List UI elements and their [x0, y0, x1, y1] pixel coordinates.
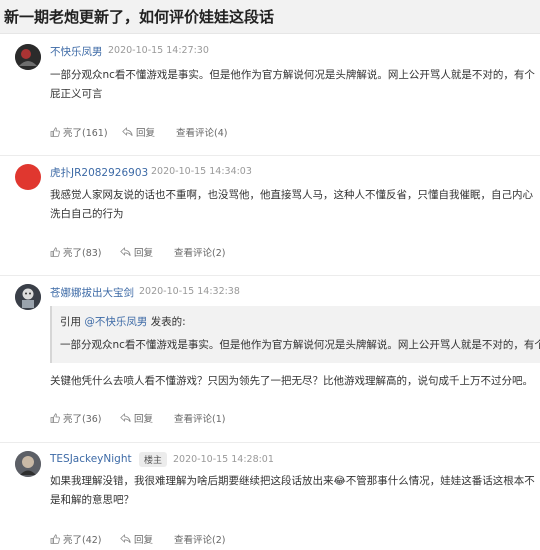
view-comments-label: 查看评论(2) [174, 535, 226, 546]
username[interactable]: 虎扑JR2082926903 [50, 165, 148, 180]
avatar[interactable] [15, 284, 41, 310]
reply-button[interactable]: 回复 [120, 411, 153, 425]
reply-icon [120, 247, 131, 257]
view-comments-link[interactable]: 查看评论(1) [174, 411, 225, 425]
like-button[interactable]: 亮了(36) [50, 411, 102, 425]
like-button[interactable]: 亮了(42) [50, 532, 102, 546]
comment-4: TESJackeyNight 楼主 2020-10-15 14:28:01 如果… [0, 443, 540, 550]
comment-actions: 亮了(42) 回复 查看评论(2) [50, 532, 350, 548]
comment-3: 苍娜娜拔出大宝剑 2020-10-15 14:32:38 引用 @不快乐凤男 发… [0, 276, 540, 442]
reply-icon [122, 127, 133, 137]
view-comments-label: 查看评论(1) [174, 414, 226, 425]
username[interactable]: 不快乐凤男 [50, 44, 103, 59]
quote-block: 引用 @不快乐凤男 发表的: 一部分观众nc看不懂游戏是事实。但是他作为官方解说… [50, 306, 540, 363]
comment-actions: 亮了(36) 回复 查看评论(1) [50, 411, 350, 427]
view-comments-label: 查看评论(2) [174, 248, 226, 259]
comment-actions: 亮了(161) 回复 查看评论(4) [50, 125, 350, 141]
reply-icon [120, 534, 131, 544]
comment-text: 如果我理解没错，我很难理解为啥后期要继续把这段话放出来😂不管那事什么情况，娃娃这… [50, 475, 535, 506]
like-count: 亮了(161) [63, 128, 108, 139]
avatar[interactable] [15, 451, 41, 477]
thumbs-up-icon [50, 247, 60, 257]
timestamp: 2020-10-15 14:32:38 [139, 286, 240, 297]
op-badge: 楼主 [139, 452, 168, 467]
username[interactable]: TESJackeyNight [50, 453, 132, 465]
like-count: 亮了(42) [63, 535, 102, 546]
reply-icon [120, 413, 131, 423]
comment-text: 关键他凭什么去喷人看不懂游戏？只因为领先了一把无尽？比他游戏理解高的，说句成千上… [50, 375, 533, 387]
view-comments-link[interactable]: 查看评论(2) [174, 532, 225, 546]
reply-label: 回复 [134, 248, 154, 259]
timestamp: 2020-10-15 14:28:01 [173, 454, 274, 465]
comment-1: 不快乐凤男 2020-10-15 14:27:30 一部分观众nc看不懂游戏是事… [0, 34, 540, 156]
quoted-text: 一部分观众nc看不懂游戏是事实。但是他作为官方解说何况是头牌解说。网上公开骂人就… [60, 339, 540, 351]
comment-2: 虎扑JR2082926903 2020-10-15 14:34:03 我感觉人家… [0, 156, 540, 276]
reply-label: 回复 [136, 128, 156, 139]
title-bar: 新一期老炮更新了，如何评价娃娃这段话 [0, 0, 540, 34]
quote-prefix: 引用 [60, 316, 85, 328]
quote-suffix: 发表的: [147, 316, 186, 328]
comment-actions: 亮了(83) 回复 查看评论(2) [50, 245, 350, 261]
reply-button[interactable]: 回复 [120, 532, 153, 546]
thumbs-up-icon [50, 534, 60, 544]
timestamp: 2020-10-15 14:34:03 [151, 166, 252, 177]
like-button[interactable]: 亮了(83) [50, 245, 102, 259]
avatar[interactable] [15, 164, 41, 190]
quoted-username[interactable]: @不快乐凤男 [84, 316, 147, 328]
username[interactable]: 苍娜娜拔出大宝剑 [50, 285, 134, 300]
comment-text: 我感觉人家网友说的话也不重啊，也没骂他，他直接骂人马，这种人不懂反省，只懂自我催… [50, 189, 533, 220]
like-count: 亮了(36) [63, 414, 102, 425]
view-comments-link[interactable]: 查看评论(2) [174, 245, 225, 259]
view-comments-link[interactable]: 查看评论(4) [176, 125, 227, 139]
avatar[interactable] [15, 44, 41, 70]
reply-button[interactable]: 回复 [122, 125, 155, 139]
timestamp: 2020-10-15 14:27:30 [108, 45, 209, 56]
view-comments-label: 查看评论(4) [176, 128, 228, 139]
reply-button[interactable]: 回复 [120, 245, 153, 259]
like-count: 亮了(83) [63, 248, 102, 259]
comment-text: 一部分观众nc看不懂游戏是事实。但是他作为官方解说何况是头牌解说。网上公开骂人就… [50, 69, 535, 100]
thumbs-up-icon [50, 127, 60, 137]
like-button[interactable]: 亮了(161) [50, 125, 108, 139]
thumbs-up-icon [50, 413, 60, 423]
reply-label: 回复 [134, 535, 154, 546]
page-title: 新一期老炮更新了，如何评价娃娃这段话 [4, 8, 275, 26]
reply-label: 回复 [134, 414, 154, 425]
quote-header: 引用 @不快乐凤男 发表的: [60, 314, 186, 329]
